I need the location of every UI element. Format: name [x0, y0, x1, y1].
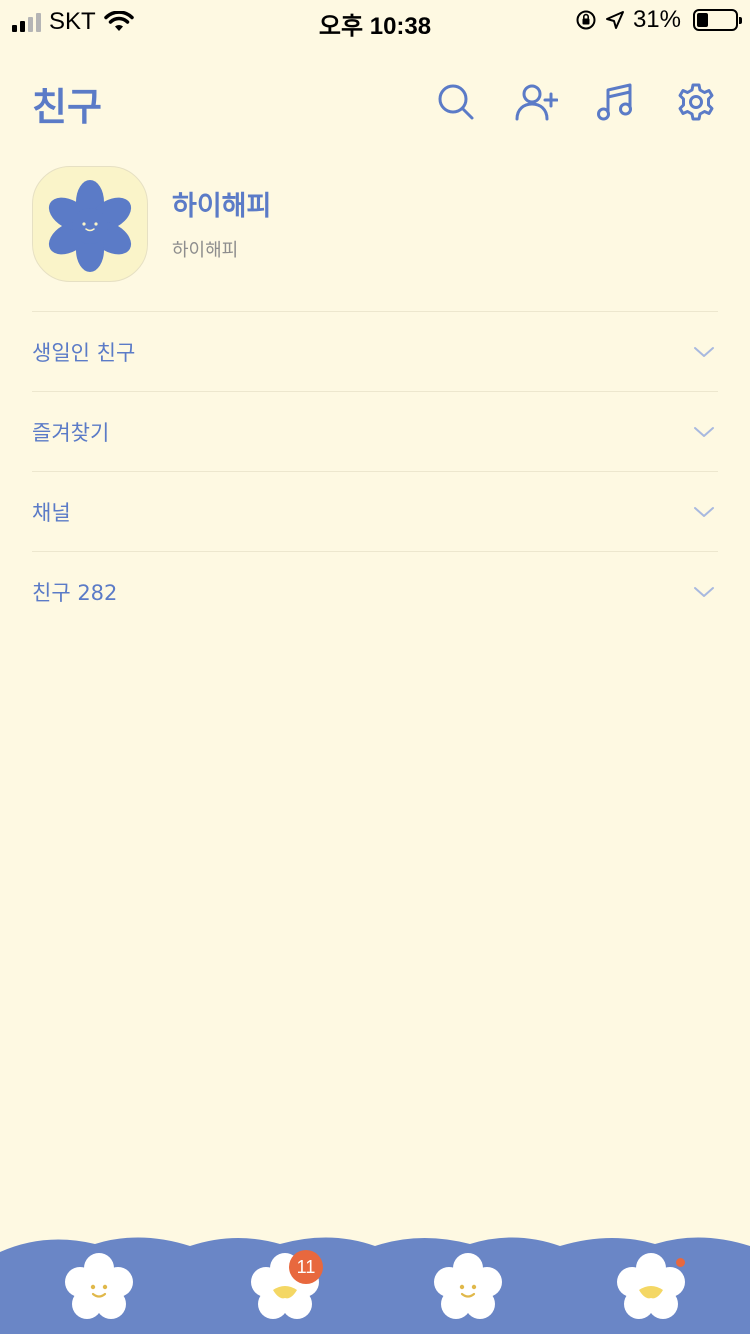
section-label: 즐겨찾기 [32, 420, 110, 445]
avatar[interactable] [32, 166, 148, 282]
blue-flower-icon [48, 180, 132, 272]
add-friend-icon[interactable] [514, 80, 558, 124]
tab-friends[interactable] [59, 1248, 139, 1328]
unread-badge: 11 [289, 1250, 323, 1284]
section-label: 친구 282 [32, 580, 118, 605]
chevron-down-icon [694, 586, 714, 597]
search-icon[interactable] [434, 80, 478, 124]
friend-sections: 생일인 친구 즐겨찾기 채널 친구 282 [32, 311, 718, 631]
location-icon [605, 11, 624, 29]
tab-chats[interactable]: 11 [245, 1248, 325, 1328]
profile-status-message: 하이해피 [172, 240, 239, 261]
profile-name: 하이해피 [172, 191, 272, 222]
settings-icon[interactable] [674, 80, 718, 124]
section-label: 채널 [32, 500, 71, 525]
page-title: 친구 [32, 85, 102, 129]
chevron-down-icon [694, 506, 714, 517]
status-right: 31% [575, 6, 742, 34]
new-indicator-dot [676, 1258, 685, 1267]
battery-percent: 31% [632, 6, 681, 33]
section-favorites[interactable]: 즐겨찾기 [32, 391, 718, 471]
tab-bar: 11 [0, 1234, 750, 1334]
section-friends[interactable]: 친구 282 [32, 551, 718, 631]
tab-more[interactable] [611, 1248, 691, 1328]
flower-icon [434, 1253, 502, 1319]
music-icon[interactable] [594, 80, 638, 124]
flower-icon [65, 1253, 133, 1319]
battery-icon [693, 9, 742, 31]
chevron-down-icon [694, 426, 714, 437]
battery-fill [697, 13, 708, 27]
section-label: 생일인 친구 [32, 340, 136, 365]
section-birthday-friends[interactable]: 생일인 친구 [32, 311, 718, 391]
my-profile[interactable]: 하이해피 하이해피 [32, 166, 718, 282]
tab-view[interactable] [428, 1248, 508, 1328]
chevron-down-icon [694, 346, 714, 357]
status-bar: SKT 오후 10:38 31% [0, 0, 750, 40]
header-actions [434, 80, 718, 124]
rotation-lock-icon [576, 10, 596, 30]
header: 친구 [32, 72, 718, 132]
section-channels[interactable]: 채널 [32, 471, 718, 551]
